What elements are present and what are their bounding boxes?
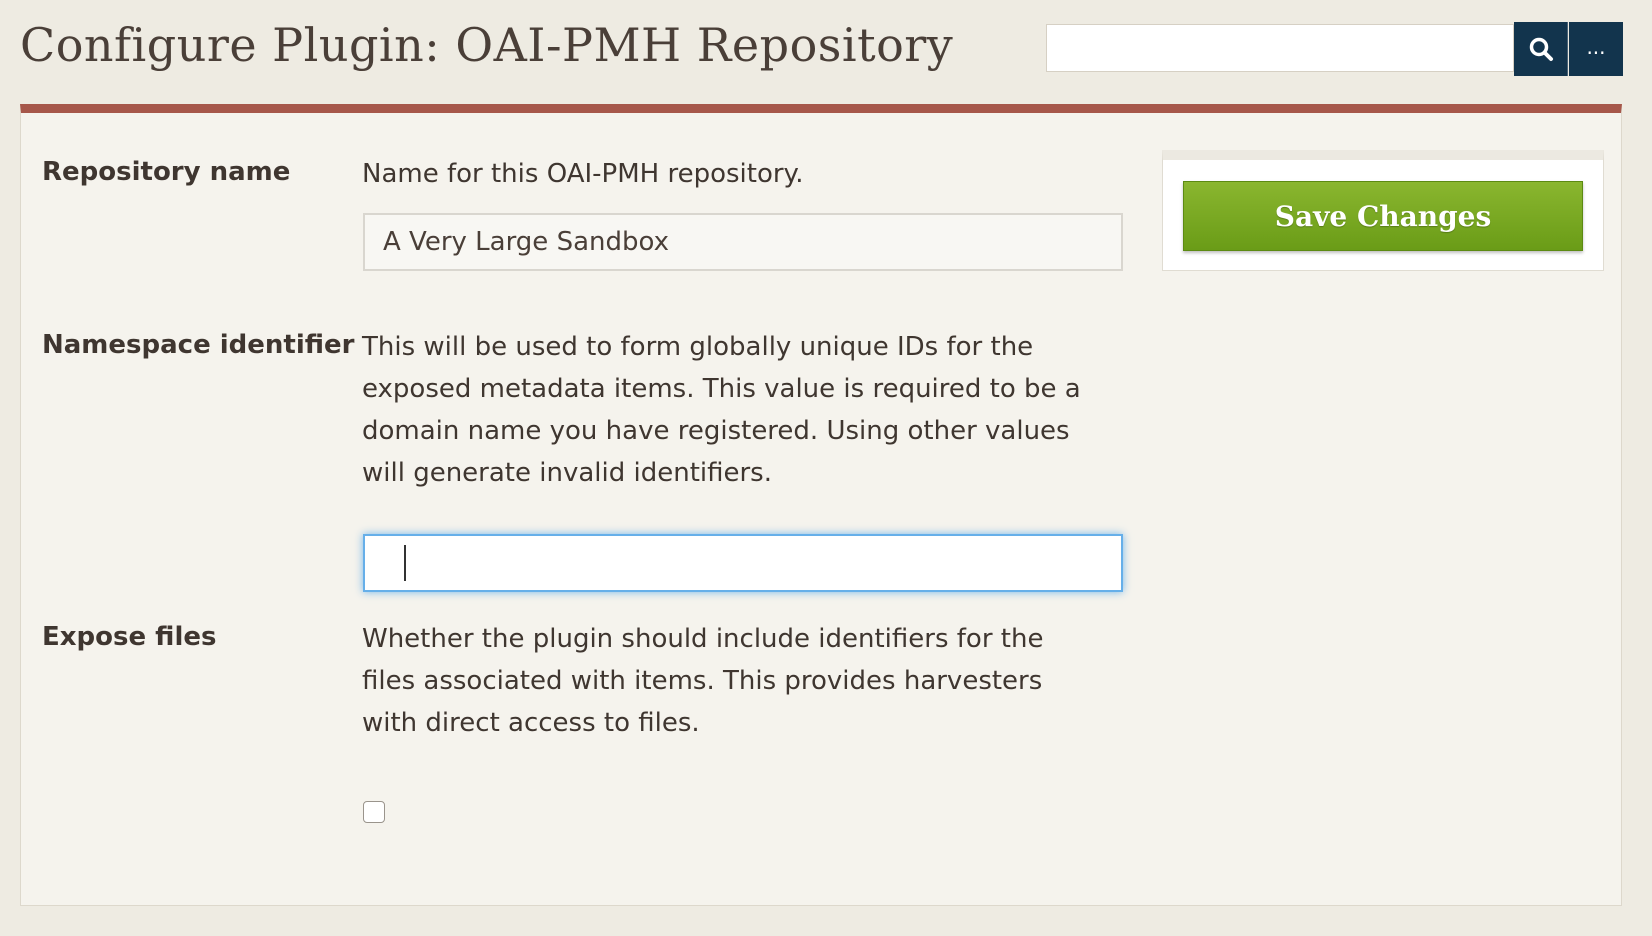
expose-files-label: Expose files xyxy=(42,622,217,652)
repository-name-description: Name for this OAI-PMH repository. xyxy=(362,159,804,189)
repository-name-label: Repository name xyxy=(42,157,291,187)
save-changes-button[interactable]: Save Changes xyxy=(1183,181,1583,251)
namespace-identifier-description: This will be used to form globally uniqu… xyxy=(362,332,1081,488)
search-button[interactable] xyxy=(1514,22,1568,76)
expose-files-checkbox[interactable] xyxy=(363,801,385,823)
page-title: Configure Plugin: OAI-PMH Repository xyxy=(20,18,954,72)
config-panel: Repository name Name for this OAI-PMH re… xyxy=(20,104,1622,906)
search-input[interactable] xyxy=(1046,24,1514,72)
expose-files-description: Whether the plugin should include identi… xyxy=(362,624,1044,738)
search-icon xyxy=(1528,36,1554,62)
namespace-identifier-input[interactable] xyxy=(363,534,1123,592)
save-panel: Save Changes xyxy=(1162,150,1604,271)
search-bar: ... xyxy=(1046,22,1623,76)
text-cursor xyxy=(404,545,406,581)
repository-name-input[interactable] xyxy=(363,213,1123,271)
advanced-search-button[interactable]: ... xyxy=(1569,22,1623,76)
namespace-identifier-label: Namespace identifier xyxy=(42,330,355,360)
